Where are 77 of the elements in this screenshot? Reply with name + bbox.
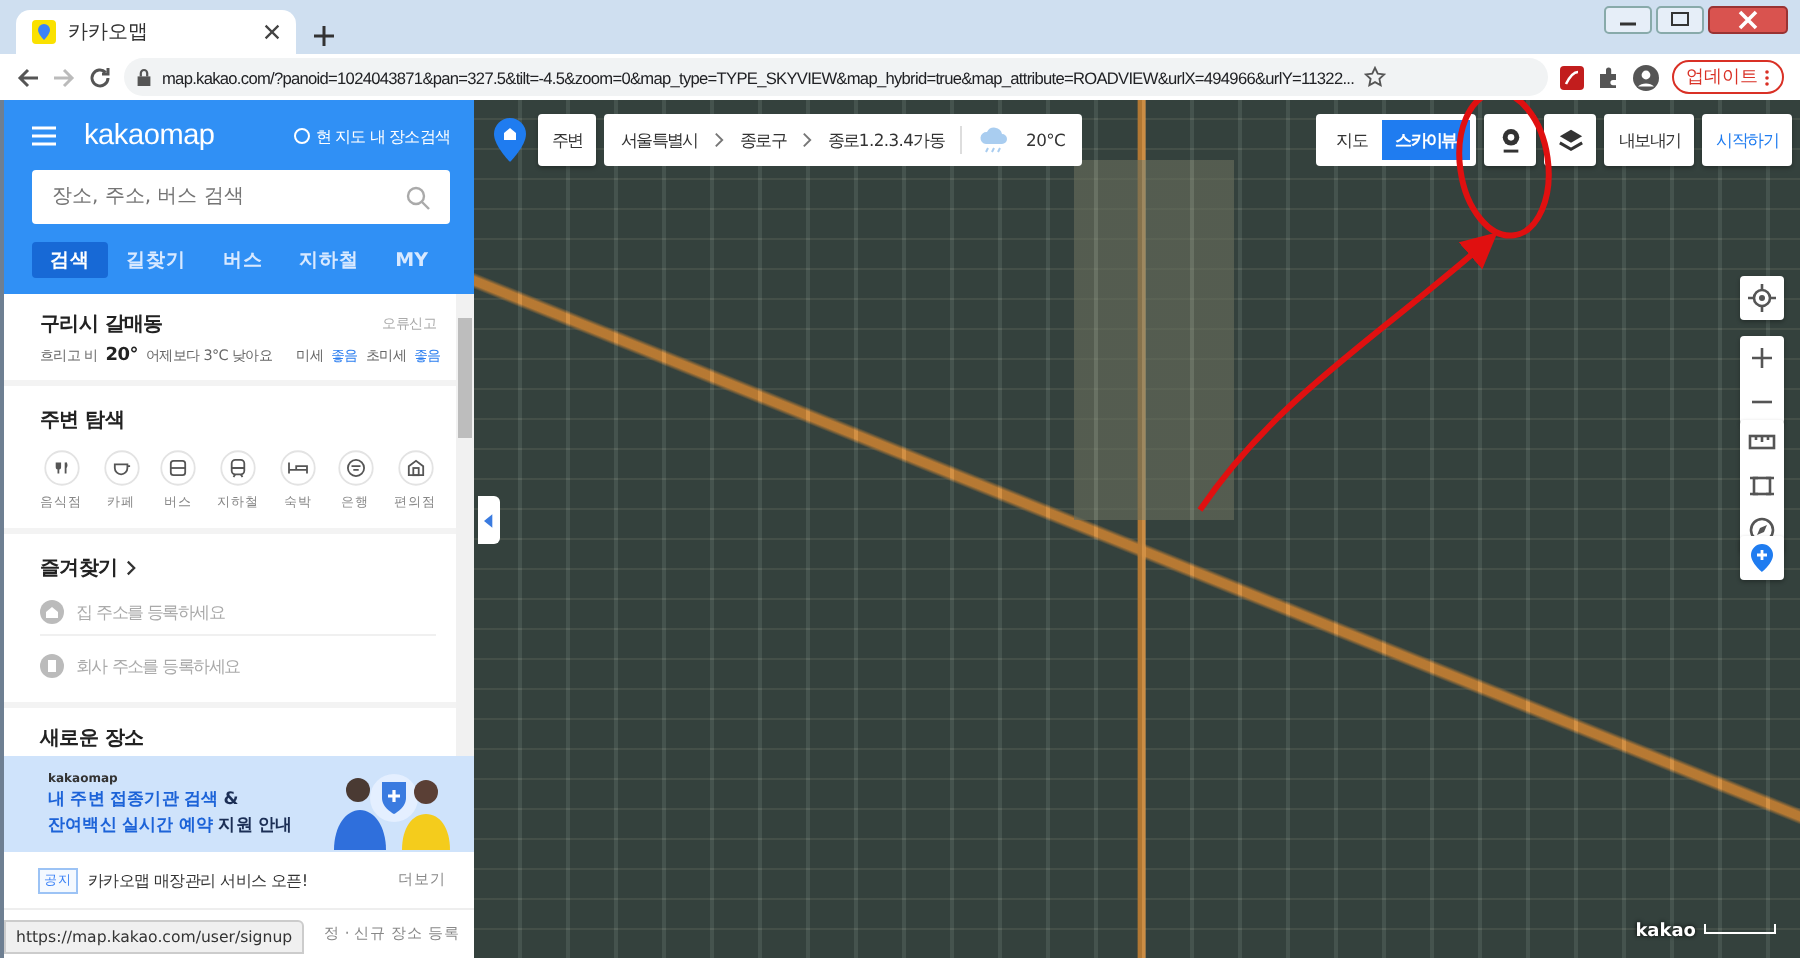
banner-text: 잔여백신 실시간 예약 지원 안내 <box>48 813 295 837</box>
update-button[interactable]: 업데이트 <box>1672 60 1784 94</box>
section-title: 새로운 장소 <box>40 726 146 752</box>
temperature: 20°C <box>1026 130 1066 150</box>
browser-tab[interactable]: 카카오맵 <box>16 10 296 54</box>
nearby-button[interactable]: 주변 <box>538 114 597 166</box>
kebab-menu-icon[interactable] <box>1764 67 1770 87</box>
roadview-pin-icon <box>1499 127 1522 153</box>
nav-tab[interactable]: 지하철 <box>280 242 377 278</box>
breadcrumb-item[interactable]: 종로1.2.3.4가동 <box>828 129 945 151</box>
start-button[interactable]: 시작하기 <box>1702 114 1792 166</box>
banner-text: 내 주변 접종기관 검색 & <box>48 787 240 811</box>
notice-text[interactable]: 카카오맵 매장관리 서비스 오픈! <box>88 869 308 891</box>
section-title: 주변 탐색 <box>40 408 126 434</box>
search-field[interactable]: 장소, 주소, 버스 검색 <box>32 170 450 224</box>
breadcrumb-item[interactable]: 서울특별시 <box>620 129 698 151</box>
tab-title: 카카오맵 <box>68 20 150 46</box>
cloud-rain-icon <box>978 126 1011 154</box>
radio-button[interactable] <box>293 128 310 144</box>
favorite-placeholder[interactable]: 집 주소를 등록하세요 <box>76 601 225 623</box>
map-search-option[interactable]: 현 지도 내 장소검색 <box>293 125 450 147</box>
lock-icon <box>136 67 152 87</box>
cup-icon <box>103 450 139 486</box>
collapse-button[interactable] <box>478 496 500 544</box>
address-bar[interactable]: map.kakao.com/?panoid=1024043871&pan=327.5&tilt=-4.5&zoom=0&map_type=TYPE_SKYVIEW&map_hybrid=true&map_attribute=ROADVIEW&urlX=494966&urlY=11322... <box>124 58 1548 96</box>
favorite-placeholder[interactable]: 회사 주소를 등록하세요 <box>76 655 240 677</box>
chevron-right-icon <box>713 132 724 148</box>
location-pin-icon <box>494 118 526 162</box>
breadcrumb-item[interactable]: 종로구 <box>739 129 787 151</box>
map-type-tab[interactable]: 스카이뷰 <box>1381 120 1471 160</box>
back-icon[interactable] <box>16 65 40 89</box>
coin-icon <box>337 450 373 486</box>
map-type-toggle[interactable]: 지도 스카이뷰 <box>1316 114 1477 166</box>
section-title[interactable]: 즐겨찾기 <box>40 554 118 582</box>
zoom-in-icon[interactable] <box>1748 344 1776 372</box>
home-icon <box>40 600 64 624</box>
layers-icon <box>1557 127 1584 153</box>
bed-icon <box>280 450 316 486</box>
store-icon <box>397 450 433 486</box>
star-icon[interactable] <box>1364 66 1387 88</box>
new-tab-icon[interactable] <box>312 24 336 48</box>
url-text: map.kakao.com/?panoid=1024043871&pan=327.5&tilt=-4.5&zoom=0&map_type=TYPE_SKYVIEW&map_hybrid=true&map_attribute=ROADVIEW&urlX=494966&urlY=11322... <box>162 67 1355 87</box>
nav-tab[interactable]: 길찾기 <box>108 242 205 278</box>
locate-icon[interactable] <box>1748 284 1776 312</box>
location-title: 구리시 갈매동 <box>40 312 163 338</box>
export-button[interactable]: 내보내기 <box>1604 114 1695 166</box>
map-pin-icon <box>32 20 56 44</box>
roadview-button[interactable] <box>1484 114 1537 166</box>
caret-left-icon[interactable] <box>484 513 494 527</box>
temperature: 20° <box>105 346 138 366</box>
minimize-icon[interactable] <box>1604 6 1652 34</box>
profile-icon[interactable] <box>1632 63 1660 91</box>
scale-bar <box>1704 924 1776 934</box>
scrollbar[interactable] <box>456 294 474 756</box>
search-input[interactable]: 장소, 주소, 버스 검색 <box>52 170 406 224</box>
chevron-right-icon <box>802 132 813 148</box>
chevron-right-icon[interactable] <box>125 560 136 576</box>
fork-knife-icon <box>43 450 79 486</box>
building-icon <box>40 654 64 678</box>
logo[interactable]: kakaomap <box>84 120 215 152</box>
layers-button[interactable] <box>1544 114 1597 166</box>
puzzle-icon[interactable] <box>1596 65 1620 89</box>
train-icon <box>220 450 256 486</box>
reload-icon[interactable] <box>88 65 112 89</box>
bus-icon <box>160 450 196 486</box>
maximize-icon[interactable] <box>1656 6 1704 34</box>
menu-icon[interactable] <box>32 126 56 146</box>
nav-tab[interactable]: 버스 <box>204 242 281 278</box>
nav-tab[interactable]: 검색 <box>32 242 108 278</box>
add-place-pin-icon[interactable] <box>1748 544 1776 572</box>
area-icon[interactable] <box>1748 472 1776 500</box>
scrollbar-thumb[interactable] <box>458 318 472 438</box>
close-icon[interactable] <box>264 24 280 40</box>
nav-tab[interactable]: MY <box>377 242 446 278</box>
location-button[interactable] <box>490 114 530 166</box>
close-icon[interactable] <box>1708 6 1788 34</box>
map-logo: kakao <box>1635 922 1696 942</box>
